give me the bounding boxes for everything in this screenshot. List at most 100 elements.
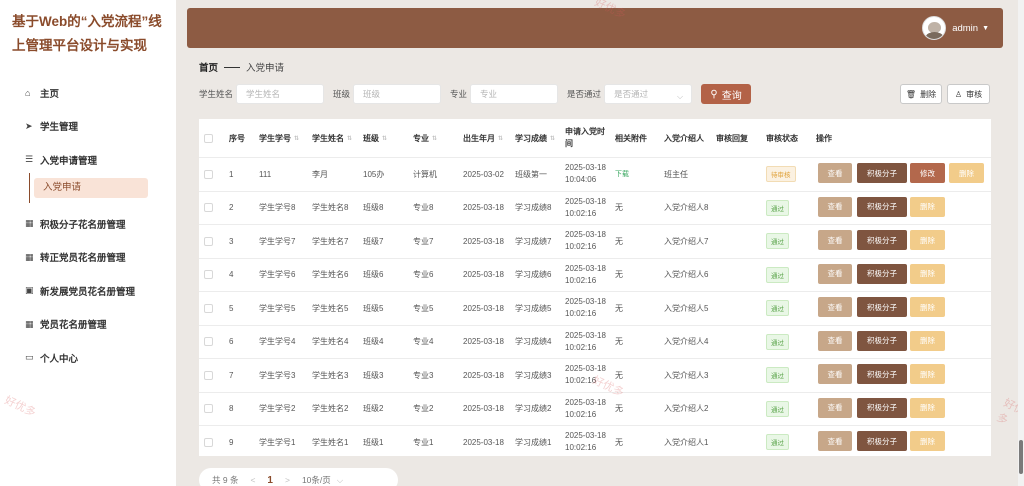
activist-button[interactable]: 积极分子 (857, 196, 907, 217)
query-button[interactable]: ⚲ 查询 (701, 84, 752, 104)
column-header[interactable]: 申请入党时间 (565, 119, 611, 157)
column-header[interactable]: 出生年月 ⇅ (463, 119, 503, 157)
column-header[interactable]: 审核状态 (766, 119, 798, 157)
row-checkbox[interactable] (204, 270, 213, 280)
data-table: 序号 学生学号 ⇅ 学生姓名 ⇅ 班级 ⇅ 专业 ⇅ 出生年月 ⇅ 学习成绩 ⇅ 申请入党时间 相关附件 入党… (199, 119, 991, 456)
delete-button[interactable]: 删除 (910, 230, 945, 250)
view-button[interactable]: 查看 (818, 397, 852, 418)
breadcrumb-home[interactable]: 首页 (199, 60, 218, 74)
column-header[interactable]: 专业 ⇅ (413, 119, 437, 157)
activist-button[interactable]: 积极分子 (857, 397, 907, 418)
column-header[interactable]: 审核回复 (716, 119, 748, 157)
cell-attachment: 无 (615, 359, 623, 392)
sidebar-item-6[interactable]: ▦ 党员花名册管理 (0, 308, 176, 342)
delete-button[interactable]: 删除 (910, 297, 945, 317)
sidebar-item-3[interactable]: ▦ 积极分子花名册管理 (0, 207, 176, 241)
user-menu[interactable]: admin ▼ (922, 16, 989, 40)
page-number-current[interactable]: 1 (267, 475, 273, 486)
row-checkbox[interactable] (204, 437, 213, 447)
name-input[interactable]: 学生姓名 (236, 84, 325, 104)
delete-button[interactable]: 删除 (910, 196, 945, 217)
view-button[interactable]: 查看 (818, 297, 852, 317)
username[interactable]: admin (952, 23, 978, 34)
introducer-text: 入党介绍人8 (664, 203, 709, 213)
sidebar-item-1[interactable]: ➤ 学生管理 (0, 110, 176, 144)
sort-icon[interactable]: ⇅ (294, 135, 299, 142)
cell-cls-text: 班级8 (363, 203, 384, 213)
sidebar-item-5[interactable]: ▣ 新发展党员花名册管理 (0, 274, 176, 308)
column-header[interactable]: 学生学号 ⇅ (259, 119, 299, 157)
activist-button[interactable]: 积极分子 (857, 297, 907, 317)
column-header[interactable]: 序号 (229, 119, 245, 157)
row-checkbox[interactable] (204, 303, 213, 313)
row-checkbox[interactable] (204, 337, 213, 347)
row-checkbox[interactable] (204, 236, 213, 246)
pass-select[interactable]: 是否通过 ⌵ (604, 84, 693, 104)
row-checkbox[interactable] (204, 169, 213, 179)
class-input[interactable]: 班级 (353, 84, 442, 104)
sidebar-item-4[interactable]: ▦ 转正党员花名册管理 (0, 240, 176, 274)
view-button[interactable]: 查看 (818, 364, 852, 384)
delete-button[interactable]: 删除 (910, 364, 945, 384)
column-header[interactable]: 学生姓名 ⇅ (312, 119, 352, 157)
column-header[interactable]: 入党介绍人 (664, 119, 704, 157)
view-button[interactable]: 查看 (818, 163, 852, 183)
sort-icon[interactable]: ⇅ (382, 135, 387, 142)
chevron-down-icon[interactable]: ⌵ (337, 475, 343, 486)
sidebar-item-2[interactable]: ☰ 入党申请管理 (0, 143, 176, 177)
column-header[interactable]: 班级 ⇅ (363, 119, 387, 157)
batch-delete-button[interactable]: 🗑 删除 (900, 84, 942, 104)
delete-button[interactable]: 删除 (910, 397, 945, 418)
view-button[interactable]: 查看 (818, 431, 852, 451)
cell-sid-text: 学生学号7 (259, 236, 296, 246)
sort-icon[interactable]: ⇅ (550, 135, 555, 142)
scrollbar-thumb[interactable] (1019, 440, 1023, 474)
download-link[interactable]: 下载 (615, 169, 629, 179)
sort-icon[interactable]: ⇅ (432, 135, 437, 142)
cell-idx: 1 (229, 158, 233, 191)
chevron-down-icon[interactable]: ▼ (982, 25, 989, 32)
activist-button[interactable]: 积极分子 (857, 431, 907, 451)
sidebar-item-7[interactable]: ▭ 个人中心 (0, 341, 176, 375)
major-input[interactable]: 专业 (470, 84, 559, 104)
next-page-icon[interactable]: > (285, 475, 290, 485)
activist-button[interactable]: 积极分子 (857, 263, 907, 284)
user-icon: ♙ (954, 89, 963, 99)
cell-cls-text: 班级6 (363, 270, 384, 280)
avatar[interactable] (922, 16, 947, 40)
delete-button[interactable]: 删除 (910, 263, 945, 284)
delete-button[interactable]: 删除 (949, 163, 984, 183)
row-checkbox[interactable] (204, 370, 213, 380)
row-checkbox[interactable] (204, 203, 213, 213)
apply-date: 2025-03-18 (565, 230, 606, 240)
view-button[interactable]: 查看 (818, 230, 852, 250)
activist-button[interactable]: 积极分子 (857, 364, 907, 384)
view-button[interactable]: 查看 (818, 330, 852, 351)
sort-icon[interactable]: ⇅ (347, 135, 352, 142)
row-checkbox[interactable] (204, 404, 213, 414)
edit-button[interactable]: 修改 (910, 163, 945, 183)
activist-button[interactable]: 积极分子 (857, 230, 907, 250)
activist-button[interactable]: 积极分子 (857, 163, 907, 183)
view-button[interactable]: 查看 (818, 263, 852, 284)
review-button[interactable]: ♙ 审核 (947, 84, 990, 104)
prev-page-icon[interactable]: < (250, 475, 255, 485)
vertical-scrollbar[interactable] (1018, 0, 1024, 486)
cell-sid: 111 (259, 158, 271, 191)
column-header[interactable]: 相关附件 (615, 119, 647, 157)
sidebar-subitem-apply[interactable]: 入党申请 (34, 177, 148, 198)
sidebar-menu: ⌂ 主页 ➤ 学生管理 ☰ 入党申请管理 入党申请 ▦ 积极分子花名册管理 ▦ 转正党员花名册管理 ▣… (0, 76, 176, 375)
delete-button[interactable]: 删除 (910, 431, 945, 451)
delete-button[interactable]: 删除 (910, 330, 945, 351)
sidebar-item-0[interactable]: ⌂ 主页 (0, 76, 176, 110)
cell-major-text: 计算机 (413, 169, 437, 179)
row-checkbox-cell (204, 326, 213, 359)
select-all-checkbox[interactable] (204, 133, 213, 143)
column-header[interactable]: 学习成绩 ⇅ (515, 119, 555, 157)
activist-button[interactable]: 积极分子 (857, 330, 907, 351)
view-button[interactable]: 查看 (818, 196, 852, 217)
sort-icon[interactable]: ⇅ (498, 135, 503, 142)
table-header: 序号 学生学号 ⇅ 学生姓名 ⇅ 班级 ⇅ 专业 ⇅ 出生年月 ⇅ 学习成绩 ⇅ 申请入党时间 相关附件 入党… (199, 119, 991, 157)
introducer-text: 入党介绍人4 (664, 337, 709, 347)
page-size-select[interactable]: 10条/页 (302, 474, 331, 486)
